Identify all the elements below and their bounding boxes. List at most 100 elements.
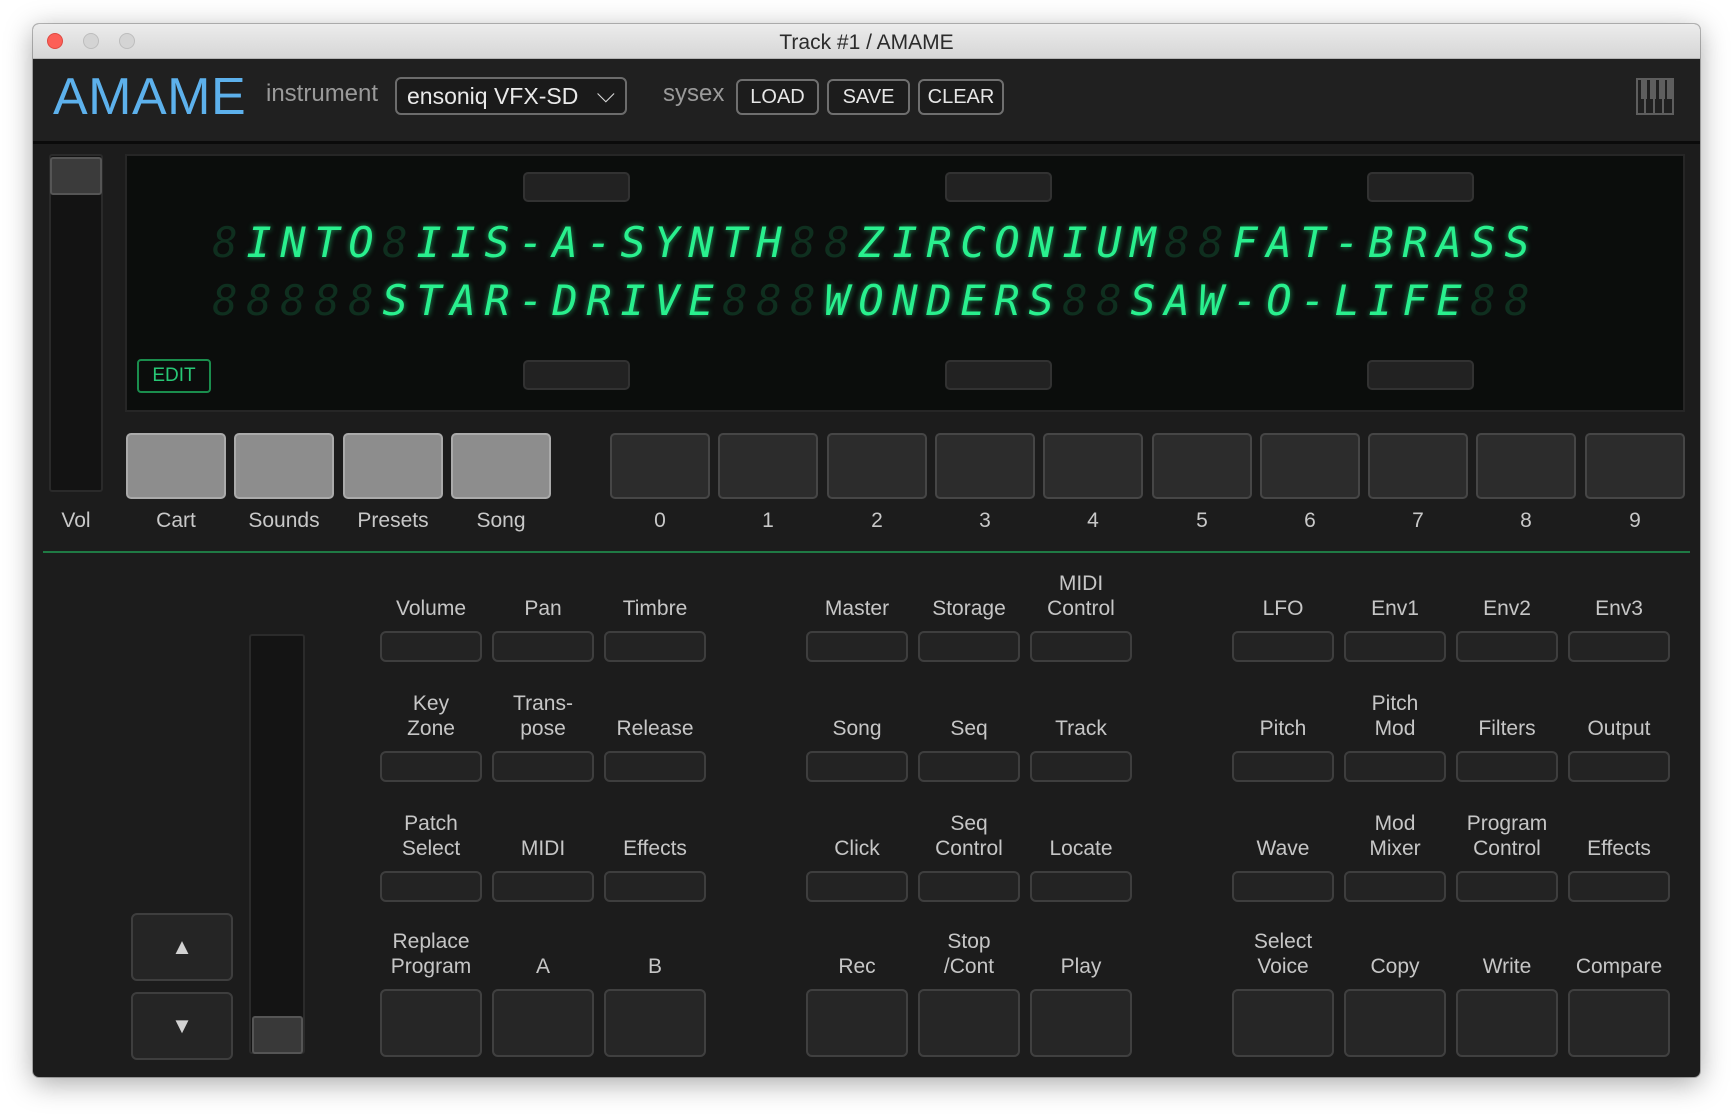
storage-button[interactable] [918,631,1020,662]
decrement-button[interactable]: ▼ [131,992,233,1060]
lfo-button[interactable] [1232,631,1334,662]
effects-button[interactable] [1568,871,1670,902]
filters-button[interactable] [1456,751,1558,782]
write-button[interactable] [1456,989,1558,1057]
volume-slider-handle[interactable] [50,157,102,195]
number-pad-5[interactable] [1152,433,1252,499]
volume-slider[interactable] [49,154,103,492]
pan-label: Pan [524,597,562,620]
timbre-button[interactable] [604,631,706,662]
presets-pad[interactable] [343,433,443,499]
rec-button[interactable] [806,989,908,1057]
display-segment: T [1300,218,1326,267]
number-pad-label: 3 [979,509,991,532]
display-segment: 8 [1504,276,1530,325]
pan-button[interactable] [492,631,594,662]
number-pad-7[interactable] [1368,433,1468,499]
edit-button[interactable]: EDIT [137,359,211,393]
number-pad-4[interactable] [1043,433,1143,499]
number-pad-2[interactable] [827,433,927,499]
locate-button[interactable] [1030,871,1132,902]
song-pad[interactable] [451,433,551,499]
number-pad-3[interactable] [935,433,1035,499]
stop-cont-button[interactable] [918,989,1020,1057]
patch-select-button[interactable] [380,871,482,902]
sounds-pad[interactable] [234,433,334,499]
soft-button-top-3[interactable] [1367,172,1474,202]
vol-label: Vol [61,509,91,532]
soft-button-bottom-2[interactable] [945,360,1052,390]
effects-button[interactable] [604,871,706,902]
display-segment: N [688,218,714,267]
output-button[interactable] [1568,751,1670,782]
keyboard-icon[interactable] [1636,78,1674,115]
midi-control-button[interactable] [1030,631,1132,662]
midi-button[interactable] [492,871,594,902]
program-control-button[interactable] [1456,871,1558,902]
trans-pose-button[interactable] [492,751,594,782]
soft-button-bottom-1[interactable] [523,360,630,390]
pitch-button[interactable] [1232,751,1334,782]
track-label: Track [1055,717,1107,740]
number-pad-6[interactable] [1260,433,1360,499]
play-button[interactable] [1030,989,1132,1057]
load-button[interactable]: LOAD [736,79,819,115]
display-segment: - [586,218,612,267]
clear-button[interactable]: CLEAR [918,79,1004,115]
number-pad-0[interactable] [610,433,710,499]
select-voice-button[interactable] [1232,989,1334,1057]
env3-button[interactable] [1568,631,1670,662]
data-entry-slider[interactable] [249,634,305,1054]
instrument-value: ensoniq VFX-SD [407,83,579,109]
replace-program-button[interactable] [380,989,482,1057]
track-button[interactable] [1030,751,1132,782]
click-button[interactable] [806,871,908,902]
instrument-label: instrument [266,80,379,107]
display-segment: N [280,218,306,267]
display-segment: I [450,218,476,267]
seq-control-button[interactable] [918,871,1020,902]
copy-button[interactable] [1344,989,1446,1057]
compare-label: Compare [1575,955,1663,978]
env1-button[interactable] [1344,631,1446,662]
select-voice-label: Select Voice [1253,930,1313,978]
display-segment: D [926,276,952,325]
display-segment: 8 [1062,276,1088,325]
pitch-mod-label: Pitch Mod [1371,692,1419,740]
instrument-select[interactable]: ensoniq VFX-SD ⌵ [395,77,627,115]
pitch-mod-button[interactable] [1344,751,1446,782]
save-button[interactable]: SAVE [827,79,910,115]
master-button[interactable] [806,631,908,662]
release-button[interactable] [604,751,706,782]
number-pad-label: 1 [762,509,774,532]
number-pad-1[interactable] [718,433,818,499]
seq-control-label: Seq Control [935,812,1003,860]
volume-button[interactable] [380,631,482,662]
number-pad-label: 9 [1629,509,1641,532]
locate-label: Locate [1049,837,1113,860]
display-segment: S [484,218,510,267]
number-pad-label: 0 [654,509,666,532]
number-pad-9[interactable] [1585,433,1685,499]
display-segment: R [586,276,612,325]
cart-pad[interactable] [126,433,226,499]
a-button[interactable] [492,989,594,1057]
song-button[interactable] [806,751,908,782]
wave-button[interactable] [1232,871,1334,902]
mod-mixer-button[interactable] [1344,871,1446,902]
b-button[interactable] [604,989,706,1057]
seq-button[interactable] [918,751,1020,782]
number-pad-8[interactable] [1476,433,1576,499]
number-pad-label: 2 [871,509,883,532]
soft-button-top-1[interactable] [523,172,630,202]
soft-button-top-2[interactable] [945,172,1052,202]
soft-button-bottom-3[interactable] [1367,360,1474,390]
data-entry-slider-handle[interactable] [252,1016,303,1054]
increment-button[interactable]: ▲ [131,913,233,981]
display-segment: R [1402,218,1428,267]
mod-mixer-label: Mod Mixer [1369,812,1421,860]
compare-button[interactable] [1568,989,1670,1057]
env2-button[interactable] [1456,631,1558,662]
key-zone-button[interactable] [380,751,482,782]
display-segment: E [960,276,986,325]
